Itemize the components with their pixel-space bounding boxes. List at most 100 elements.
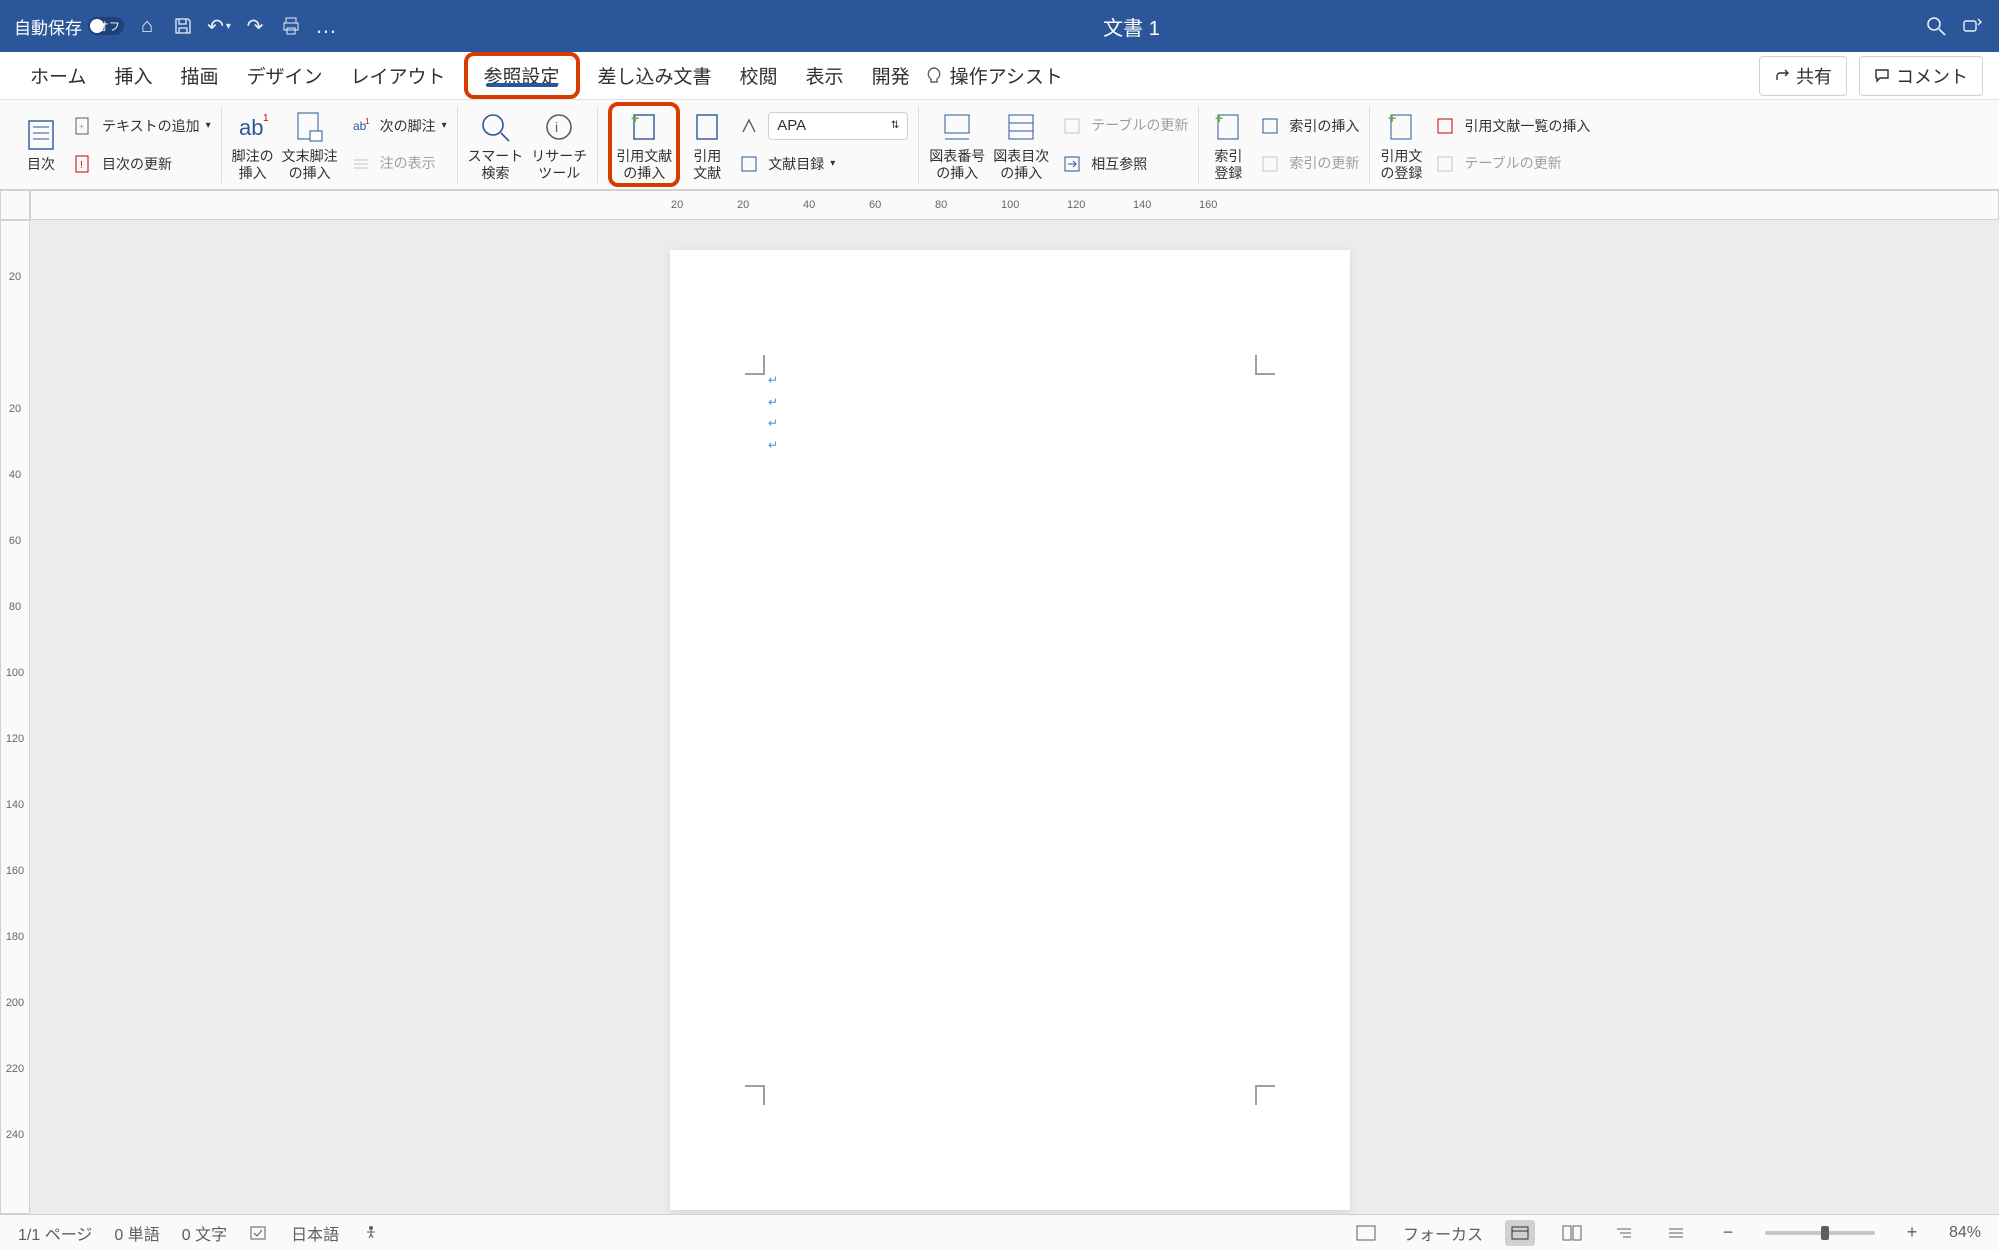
cross-reference-button[interactable]: 相互参照 (1057, 149, 1188, 179)
comments-button[interactable]: コメント (1859, 56, 1983, 96)
ribbon-tabs: ホーム 挿入 描画 デザイン レイアウト 参照設定 差し込み文書 校閲 表示 開… (0, 52, 1999, 100)
view-draft[interactable] (1661, 1220, 1691, 1246)
bibliography-icon (734, 149, 764, 179)
tab-design[interactable]: デザイン (232, 52, 336, 99)
titlebar: 自動保存 オフ ⌂ ↶▾ ↷ … 文書 1 (0, 0, 1999, 52)
statusbar: 1/1 ページ 0 単語 0 文字 日本語 フォーカス − + 84% (0, 1214, 1999, 1250)
update-toc-button[interactable]: ! 目次の更新 (68, 149, 211, 179)
zoom-thumb[interactable] (1821, 1226, 1829, 1240)
redo-icon[interactable]: ↷ (242, 13, 268, 39)
insert-endnote-button[interactable]: 文末脚注 の挿入 (282, 108, 338, 182)
save-icon[interactable] (170, 13, 196, 39)
share-button[interactable]: 共有 (1759, 56, 1847, 96)
zoom-in-button[interactable]: + (1897, 1220, 1927, 1246)
view-outline[interactable] (1609, 1220, 1639, 1246)
ruler-v-tick: 200 (6, 997, 24, 1063)
search-icon[interactable] (1923, 13, 1949, 39)
insert-index-button[interactable]: 索引の挿入 (1255, 111, 1359, 141)
update-index-icon (1255, 149, 1285, 179)
tell-me[interactable]: 操作アシスト (924, 62, 1063, 89)
more-icon[interactable]: … (314, 13, 340, 39)
citations-button[interactable]: 引用 文献 (688, 108, 726, 182)
group-index: + 索引 登録 索引の挿入 索引の更新 (1199, 106, 1370, 183)
ruler-horizontal[interactable]: 20 20 40 60 80 100 120 140 160 (30, 190, 1999, 220)
next-footnote-button[interactable]: ab1 次の脚注▾ (346, 111, 447, 141)
show-notes-icon (346, 149, 376, 179)
ruler-vertical[interactable]: 20 20 40 60 80 100 120 140 160 180 200 2… (0, 220, 30, 1214)
style-select[interactable]: APA ⇅ (768, 112, 908, 140)
margin-mark-tr (1255, 355, 1275, 375)
ruler-h-tick: 20 (671, 199, 737, 211)
add-text-icon: + (68, 111, 98, 141)
mark-citation-button[interactable]: + 引用文 の登録 (1380, 108, 1422, 182)
insert-authorities-label: 引用文献一覧の挿入 (1464, 116, 1590, 136)
view-print-layout[interactable] (1505, 1220, 1535, 1246)
next-footnote-icon: ab1 (346, 111, 376, 141)
proofing-icon[interactable] (249, 1223, 269, 1243)
accessibility-icon[interactable] (361, 1223, 381, 1243)
view-web-layout[interactable] (1557, 1220, 1587, 1246)
update-authorities-icon (1430, 149, 1460, 179)
ruler-h-tick: 140 (1133, 199, 1199, 211)
update-authorities-button[interactable]: テーブルの更新 (1430, 149, 1590, 179)
endnote-icon (291, 108, 329, 146)
insert-footnote-button[interactable]: ab1 脚注の 挿入 (232, 108, 274, 182)
status-language[interactable]: 日本語 (291, 1221, 339, 1245)
tab-layout[interactable]: レイアウト (336, 52, 459, 99)
group-authorities: + 引用文 の登録 引用文献一覧の挿入 テーブルの更新 (1370, 106, 1600, 183)
tab-developer[interactable]: 開発 (858, 52, 924, 99)
status-words[interactable]: 0 単語 (114, 1221, 159, 1245)
tab-home[interactable]: ホーム (16, 52, 100, 99)
smart-lookup-icon (476, 108, 514, 146)
cross-ref-label: 相互参照 (1091, 154, 1147, 174)
bibliography-button[interactable]: 文献目録▾ (734, 149, 908, 179)
style-value: APA (777, 117, 806, 134)
print-icon[interactable] (278, 13, 304, 39)
add-text-label: テキストの追加 (102, 116, 200, 136)
mark-index-button[interactable]: + 索引 登録 (1209, 108, 1247, 182)
tell-me-label: 操作アシスト (950, 62, 1063, 89)
update-table-icon (1057, 111, 1087, 141)
page-content[interactable]: ↵ ↵ ↵ ↵ (768, 370, 778, 456)
ribbon-options-icon[interactable] (1959, 13, 1985, 39)
citation-style[interactable]: APA ⇅ (734, 111, 908, 141)
update-captions-table-button[interactable]: テーブルの更新 (1057, 111, 1188, 141)
research-label: リサーチ ツール (531, 148, 587, 182)
tab-insert[interactable]: 挿入 (100, 52, 166, 99)
page[interactable]: ↵ ↵ ↵ ↵ (670, 250, 1350, 1210)
ruler-v-tick: 220 (6, 1063, 24, 1129)
group-citations: + 引用文献 の挿入 引用 文献 APA ⇅ 文献目録▾ (598, 106, 919, 183)
toc-button[interactable]: 目次 (22, 116, 60, 173)
insert-authorities-icon (1430, 111, 1460, 141)
tab-mailings[interactable]: 差し込み文書 (584, 52, 726, 99)
tab-review[interactable]: 校閲 (726, 52, 792, 99)
insert-authorities-button[interactable]: 引用文献一覧の挿入 (1430, 111, 1590, 141)
tab-references[interactable]: 参照設定 (474, 58, 570, 93)
svg-text:1: 1 (365, 117, 370, 126)
insert-citation-button[interactable]: + 引用文献 の挿入 (616, 108, 672, 182)
zoom-out-button[interactable]: − (1713, 1220, 1743, 1246)
document-canvas[interactable]: ↵ ↵ ↵ ↵ (30, 220, 1999, 1214)
undo-icon[interactable]: ↶▾ (206, 13, 232, 39)
status-page[interactable]: 1/1 ページ (18, 1221, 92, 1245)
table-figures-button[interactable]: 図表目次 の挿入 (993, 108, 1049, 182)
zoom-slider[interactable] (1765, 1231, 1875, 1235)
tab-view[interactable]: 表示 (792, 52, 858, 99)
focus-mode-button[interactable] (1351, 1220, 1381, 1246)
mark-citation-icon: + (1382, 108, 1420, 146)
focus-label[interactable]: フォーカス (1403, 1221, 1483, 1245)
tab-draw[interactable]: 描画 (166, 52, 232, 99)
zoom-value[interactable]: 84% (1949, 1224, 1981, 1242)
group-captions: 図表番号 の挿入 図表目次 の挿入 テーブルの更新 相互参照 (919, 106, 1199, 183)
home-icon[interactable]: ⌂ (134, 13, 160, 39)
status-chars[interactable]: 0 文字 (182, 1221, 227, 1245)
autosave-toggle[interactable]: オフ (88, 17, 124, 35)
research-button[interactable]: i リサーチ ツール (531, 108, 587, 182)
style-icon (734, 111, 764, 141)
update-index-button[interactable]: 索引の更新 (1255, 149, 1359, 179)
show-notes-button[interactable]: 注の表示 (346, 149, 447, 179)
autosave[interactable]: 自動保存 オフ (14, 14, 124, 39)
add-text-button[interactable]: + テキストの追加▾ (68, 111, 211, 141)
smart-lookup-button[interactable]: スマート 検索 (468, 108, 524, 182)
insert-caption-button[interactable]: 図表番号 の挿入 (929, 108, 985, 182)
